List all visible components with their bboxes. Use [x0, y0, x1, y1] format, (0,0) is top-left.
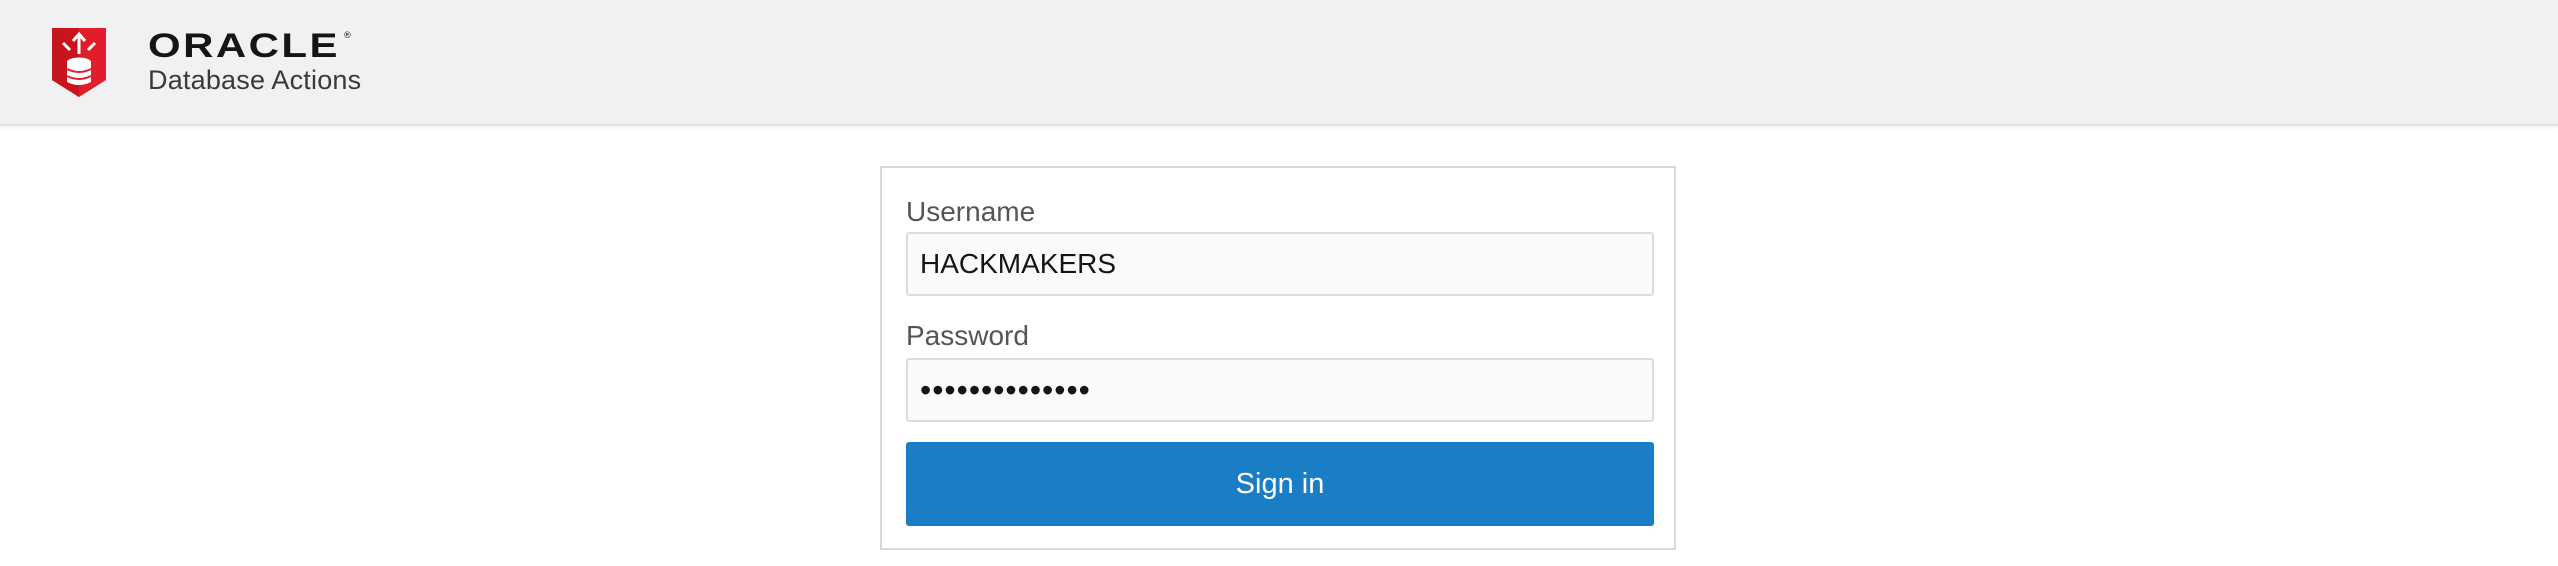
username-input[interactable] — [906, 232, 1654, 296]
brand-block: ORACLE ® Database Actions — [148, 28, 361, 96]
login-form: Username Password Sign in — [880, 166, 1676, 550]
registered-mark-icon: ® — [344, 30, 351, 40]
product-name: Database Actions — [148, 65, 362, 95]
oracle-wordmark: ORACLE ® — [148, 28, 351, 60]
sign-in-button[interactable]: Sign in — [906, 442, 1654, 526]
password-input[interactable] — [906, 358, 1654, 422]
brand-name: ORACLE — [148, 28, 340, 60]
app-header: ORACLE ® Database Actions — [0, 0, 2558, 126]
username-label: Username — [906, 196, 1036, 227]
database-shield-icon — [52, 28, 106, 97]
password-label: Password — [906, 320, 1029, 351]
